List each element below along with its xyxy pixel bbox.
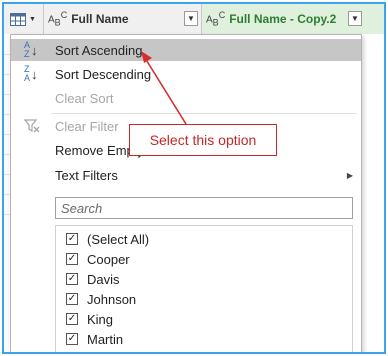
annotation-callout: Select this option bbox=[129, 124, 277, 156]
column-filter-menu: AZ ↓ Sort Ascending ZA ↓ Sort Descending… bbox=[10, 34, 362, 352]
submenu-arrow-icon: ▶ bbox=[346, 170, 353, 180]
checkbox-checked-icon[interactable]: ✓ bbox=[66, 233, 78, 245]
column-filter-dropdown-button[interactable]: ▼ bbox=[184, 11, 198, 26]
column-filter-dropdown-button[interactable]: ▼ bbox=[348, 11, 362, 26]
menu-item-label: Sort Descending bbox=[55, 66, 152, 82]
filter-value-list: ✓ (Select All) ✓ Cooper ✓ Davis ✓ Johnso… bbox=[55, 225, 353, 352]
list-item-label: Cooper bbox=[87, 251, 130, 267]
column-header-full-name-copy[interactable]: ABC Full Name - Copy.2 ▼ bbox=[202, 4, 384, 34]
column-title: Full Name bbox=[71, 12, 129, 26]
screenshot-frame: ▼ ABC Full Name ▼ ABC Full Name - Copy.2… bbox=[2, 2, 386, 354]
menu-item-text-filters[interactable]: Text Filters ▶ bbox=[11, 164, 361, 186]
sort-descending-icon: ZA ↓ bbox=[24, 64, 38, 83]
column-header-full-name[interactable]: ABC Full Name ▼ bbox=[44, 4, 202, 34]
menu-item-clear-sort[interactable]: Clear Sort bbox=[11, 87, 361, 109]
menu-item-label: Text Filters bbox=[55, 167, 118, 183]
chevron-down-icon: ▼ bbox=[351, 14, 359, 23]
table-grid-icon[interactable] bbox=[10, 12, 26, 26]
list-item-label: (Select All) bbox=[87, 231, 150, 247]
menu-item-label: Sort Ascending bbox=[55, 42, 143, 58]
table-menu-cell[interactable]: ▼ bbox=[4, 4, 44, 34]
checkbox-checked-icon[interactable]: ✓ bbox=[66, 333, 78, 345]
column-header-row: ▼ ABC Full Name ▼ ABC Full Name - Copy.2… bbox=[4, 4, 384, 34]
table-menu-chevron-icon[interactable]: ▼ bbox=[29, 16, 36, 23]
callout-text: Select this option bbox=[149, 132, 257, 148]
checkbox-checked-icon[interactable]: ✓ bbox=[66, 313, 78, 325]
abc-text-type-icon[interactable]: ABC bbox=[206, 10, 225, 27]
column-title: Full Name - Copy.2 bbox=[229, 12, 337, 26]
menu-item-sort-ascending[interactable]: AZ ↓ Sort Ascending bbox=[11, 39, 361, 61]
abc-text-type-icon[interactable]: ABC bbox=[48, 10, 67, 27]
list-item-label: Johnson bbox=[87, 291, 137, 307]
checkbox-checked-icon[interactable]: ✓ bbox=[66, 293, 78, 305]
chevron-down-icon: ▼ bbox=[187, 14, 195, 23]
list-item-label: Martin bbox=[87, 331, 124, 347]
menu-item-label: Clear Filter bbox=[55, 118, 119, 134]
checkbox-checked-icon[interactable]: ✓ bbox=[66, 273, 78, 285]
menu-item-sort-descending[interactable]: ZA ↓ Sort Descending bbox=[11, 63, 361, 85]
clear-filter-icon bbox=[24, 115, 44, 137]
sort-ascending-icon: AZ ↓ bbox=[24, 40, 38, 59]
menu-separator bbox=[51, 113, 357, 114]
menu-item-label: Clear Sort bbox=[55, 90, 114, 106]
list-item-label: King bbox=[87, 311, 114, 327]
checkbox-checked-icon[interactable]: ✓ bbox=[66, 253, 78, 265]
list-item-label: Davis bbox=[87, 271, 120, 287]
search-input[interactable] bbox=[55, 197, 353, 219]
